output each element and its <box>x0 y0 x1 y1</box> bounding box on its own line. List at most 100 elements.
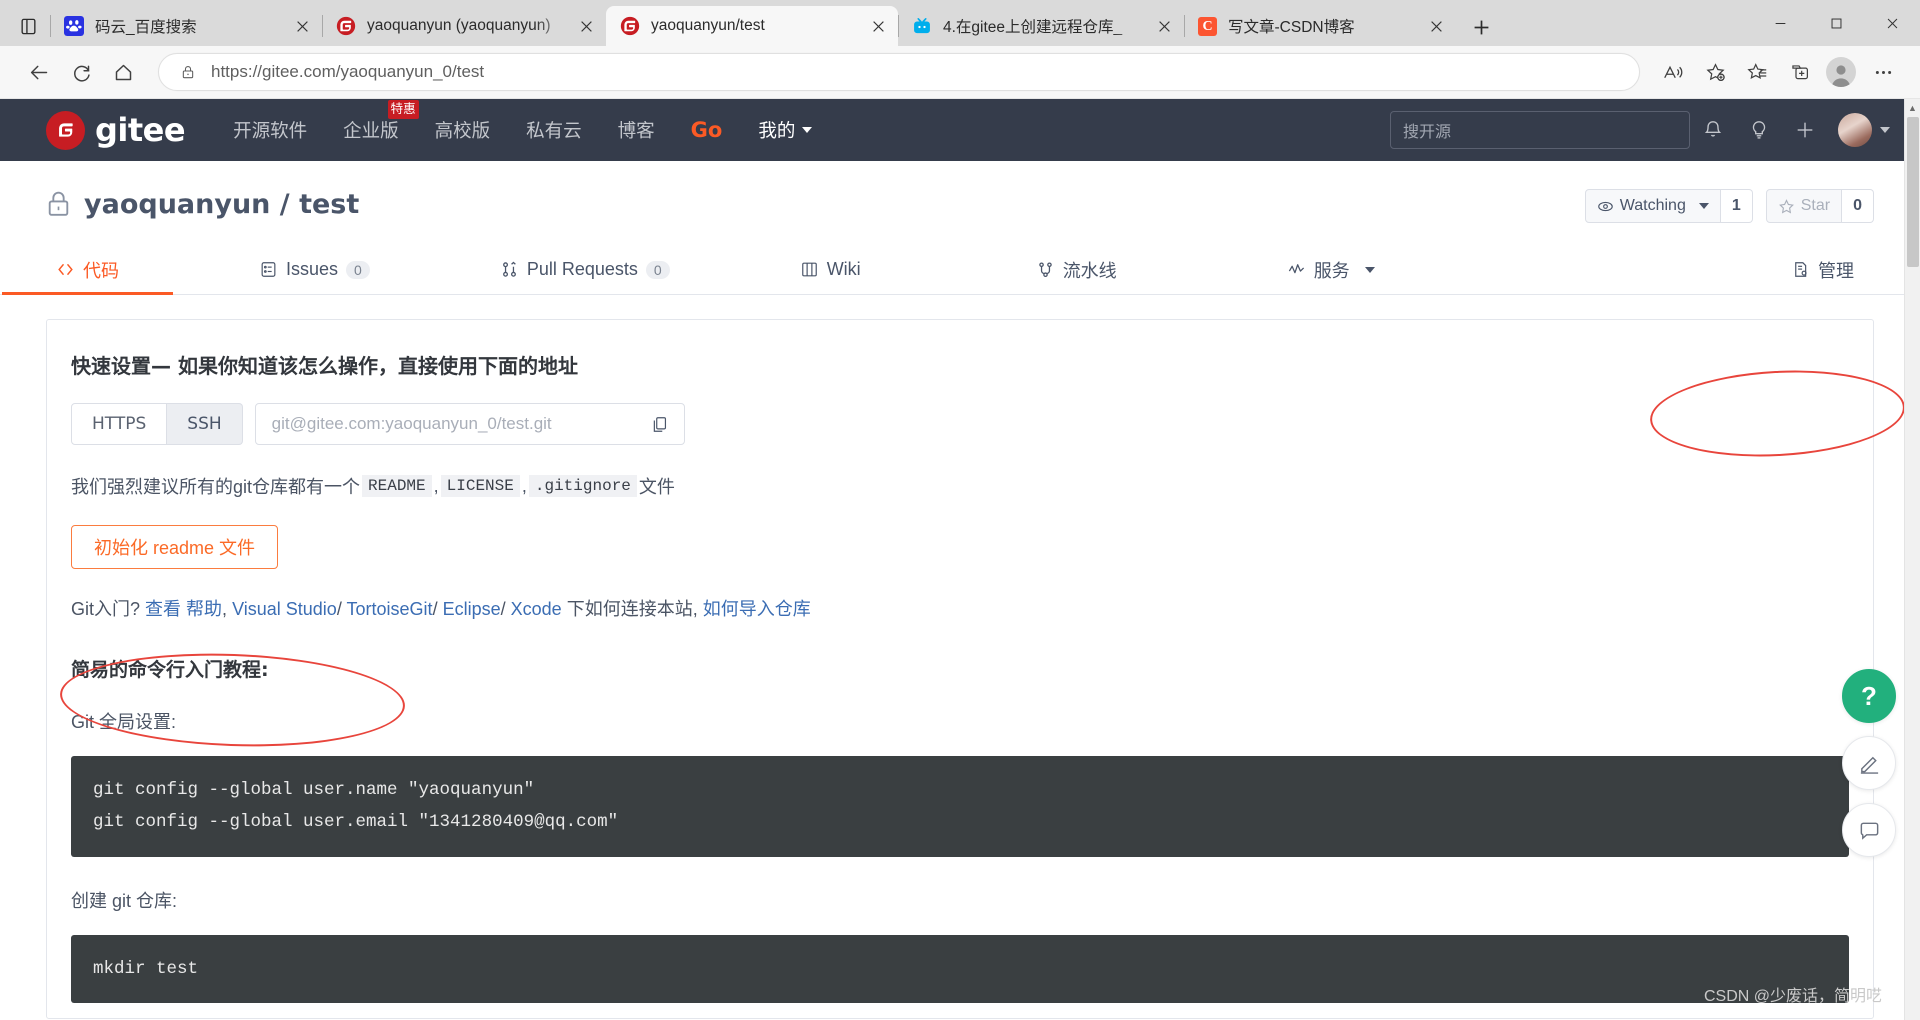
add-favorite-icon[interactable] <box>1694 51 1736 93</box>
tutorial-heading: 简易的命令行入门教程: <box>71 659 269 681</box>
code-block-global-config: git config --global user.name "yaoquanyu… <box>71 756 1849 857</box>
tab-services[interactable]: 服务 <box>1277 245 1385 294</box>
help-icon[interactable]: ? <box>1842 669 1896 723</box>
protocol-toggle: HTTPS SSH <box>71 403 243 445</box>
protocol-ssh-button[interactable]: SSH <box>167 403 243 445</box>
repo-full-name[interactable]: yaoquanyun / test <box>84 189 359 220</box>
chevron-down-icon[interactable] <box>1880 127 1890 133</box>
tab-label: 流水线 <box>1062 260 1117 281</box>
gitee-site-header: gitee 开源软件 企业版 特惠 高校版 私有云 博客 Go 我的 搜开源 <box>0 99 1920 161</box>
collections-icon[interactable] <box>1778 51 1820 93</box>
lock-icon <box>175 64 201 80</box>
nav-item-opensource[interactable]: 开源软件 <box>233 117 307 143</box>
minimize-button[interactable] <box>1752 0 1808 46</box>
tab-pull-requests[interactable]: Pull Requests 0 <box>490 245 680 294</box>
star-button[interactable]: Star <box>1765 189 1843 223</box>
chevron-down-icon <box>1698 203 1709 209</box>
settings-more-icon[interactable] <box>1862 51 1904 93</box>
nav-item-campus[interactable]: 高校版 <box>435 117 491 143</box>
close-icon[interactable] <box>864 12 892 40</box>
star-button-group[interactable]: Star 0 <box>1765 189 1874 223</box>
link-visual-studio[interactable]: Visual Studio <box>232 599 337 619</box>
floating-action-buttons: ? <box>1842 669 1896 857</box>
tab-issues[interactable]: Issues 0 <box>249 245 380 294</box>
copy-icon[interactable] <box>648 415 672 434</box>
git-intro-view-link[interactable]: 查看 <box>145 599 181 619</box>
chevron-down-icon <box>802 127 813 133</box>
init-readme-button[interactable]: 初始化 readme 文件 <box>71 525 279 569</box>
link-tortoisegit[interactable]: TortoiseGit <box>347 599 433 619</box>
browser-tab[interactable]: C 写文章-CSDN博客 <box>1184 6 1456 46</box>
gitee-icon <box>336 16 356 36</box>
favorites-icon[interactable] <box>1736 51 1778 93</box>
lock-icon <box>46 190 71 219</box>
nav-label: 开源软件 <box>233 120 308 141</box>
link-eclipse[interactable]: Eclipse <box>443 599 501 619</box>
suggestion-prefix: 我们强烈建议所有的git仓库都有一个 <box>71 477 361 497</box>
search-input[interactable]: 搜开源 <box>1390 111 1690 149</box>
tab-label: 服务 <box>1313 260 1350 281</box>
tab-pipeline[interactable]: 流水线 <box>1026 245 1127 294</box>
read-aloud-icon[interactable] <box>1652 51 1694 93</box>
browser-tab[interactable]: yaoquanyun (yaoquanyun) <box>322 6 606 46</box>
back-icon[interactable] <box>18 51 60 93</box>
user-avatar[interactable] <box>1838 113 1872 147</box>
tab-actions-icon[interactable] <box>6 6 50 46</box>
address-bar[interactable]: https://gitee.com/yaoquanyun_0/test <box>158 53 1640 91</box>
scroll-up-arrow[interactable]: ▲ <box>1905 99 1920 116</box>
clone-url-input[interactable]: git@gitee.com:yaoquanyun_0/test.git <box>254 403 685 445</box>
gitee-logo-text: gitee <box>95 111 186 149</box>
close-icon[interactable] <box>288 12 316 40</box>
nav-item-go[interactable]: Go <box>691 118 723 142</box>
watermark: CSDN @少废话，简明呓 <box>1703 988 1882 1005</box>
file-chip-gitignore: .gitignore <box>528 475 637 497</box>
refresh-icon[interactable] <box>60 51 102 93</box>
close-icon[interactable] <box>1422 12 1450 40</box>
browser-tab-active[interactable]: yaoquanyun/test <box>606 6 898 46</box>
home-icon[interactable] <box>102 51 144 93</box>
git-intro-line: Git入门? 查看 帮助, Visual Studio/ TortoiseGit… <box>71 599 811 619</box>
git-intro-lead: Git入门? <box>71 599 141 619</box>
csdn-icon: C <box>1198 16 1217 36</box>
promo-badge: 特惠 <box>387 100 419 119</box>
browser-tab[interactable]: 码云_百度搜索 <box>50 6 322 46</box>
header-right: 搜开源 <box>1390 110 1890 150</box>
tab-manage[interactable]: 管理 <box>1781 245 1864 294</box>
browser-tab[interactable]: 4.在gitee上创建远程仓库_ <box>898 6 1184 46</box>
close-icon[interactable] <box>572 12 600 40</box>
page-scrollbar[interactable]: ▲ <box>1904 99 1920 1020</box>
tab-label: 管理 <box>1818 260 1854 281</box>
link-xcode[interactable]: Xcode <box>511 599 562 619</box>
git-intro-help-link[interactable]: 帮助 <box>186 599 222 619</box>
nav-item-privatecloud[interactable]: 私有云 <box>526 117 582 143</box>
comment-icon[interactable] <box>1842 803 1896 857</box>
gitee-logo[interactable]: gitee <box>46 110 186 150</box>
nav-label: 高校版 <box>434 120 491 141</box>
nav-item-enterprise[interactable]: 企业版 特惠 <box>343 100 419 143</box>
notification-bell-icon[interactable] <box>1690 110 1736 150</box>
watch-button[interactable]: Watching <box>1584 189 1721 223</box>
clone-url-value: git@gitee.com:yaoquanyun_0/test.git <box>271 414 552 433</box>
maximize-button[interactable] <box>1808 0 1864 46</box>
profile-icon[interactable] <box>1820 51 1862 93</box>
link-import-repo[interactable]: 如何导入仓库 <box>703 599 811 619</box>
tab-title: yaoquanyun/test <box>651 17 765 34</box>
lightbulb-icon[interactable] <box>1736 110 1782 150</box>
edit-icon[interactable] <box>1842 736 1896 790</box>
nav-item-blog[interactable]: 博客 <box>618 117 655 143</box>
site-nav: 开源软件 企业版 特惠 高校版 私有云 博客 Go 我的 <box>233 100 848 143</box>
watch-button-group[interactable]: Watching 1 <box>1584 189 1753 223</box>
new-tab-button[interactable] <box>1462 8 1500 46</box>
toolbar-right-icons <box>1652 51 1904 93</box>
close-icon[interactable] <box>1150 12 1178 40</box>
plus-icon[interactable] <box>1782 110 1828 150</box>
tab-code[interactable]: 代码 <box>2 245 173 295</box>
protocol-https-button[interactable]: HTTPS <box>71 403 168 445</box>
tab-strip: 码云_百度搜索 yaoquanyun (yaoquanyun) yaoquany… <box>0 0 1920 46</box>
tab-wiki[interactable]: Wiki <box>790 245 871 294</box>
tab-count: 0 <box>645 260 670 279</box>
nav-item-mine[interactable]: 我的 <box>758 117 813 143</box>
browser-toolbar: https://gitee.com/yaoquanyun_0/test <box>0 46 1920 99</box>
scrollbar-thumb[interactable] <box>1907 117 1919 267</box>
close-window-button[interactable] <box>1864 0 1920 46</box>
